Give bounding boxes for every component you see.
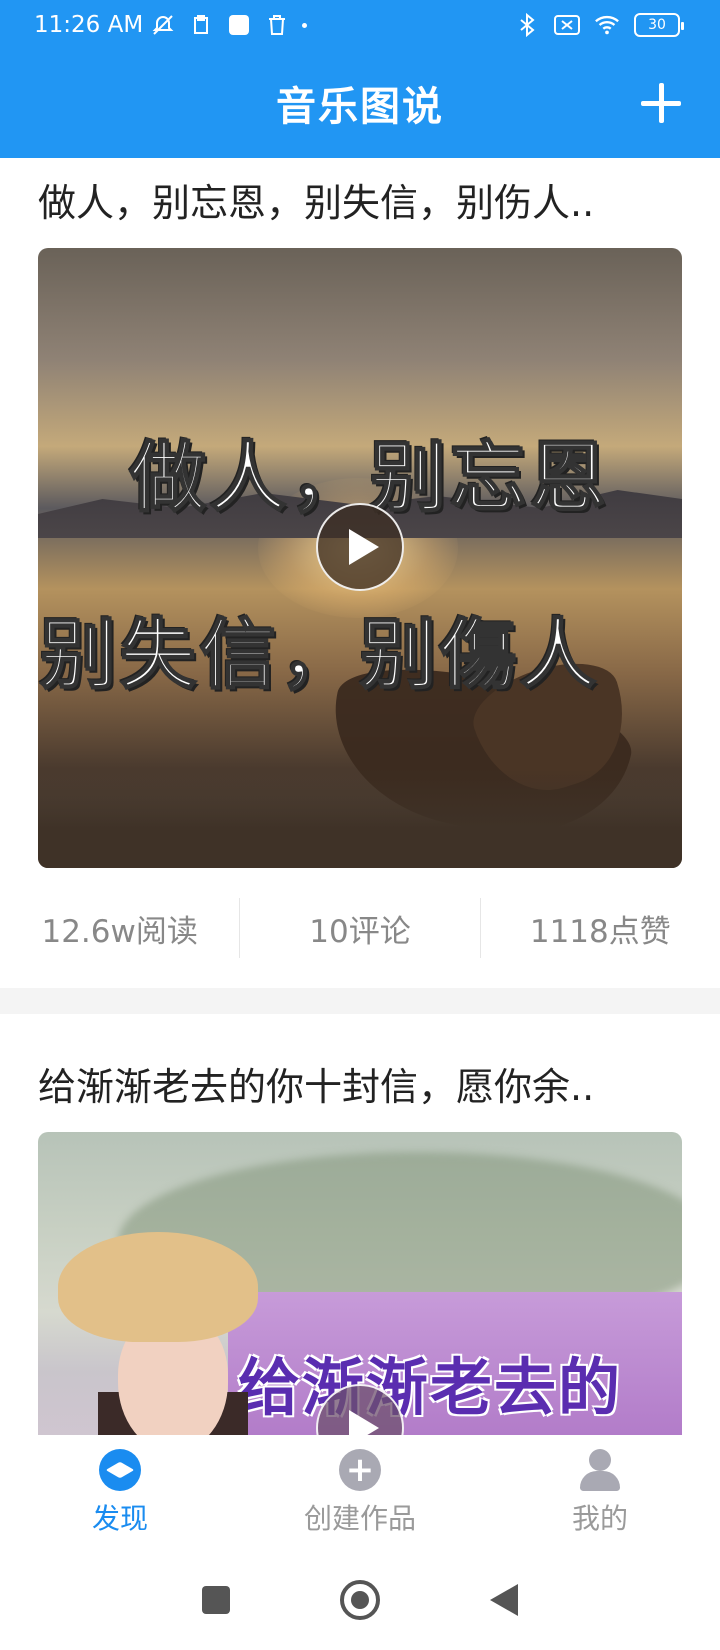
home-button[interactable] bbox=[340, 1580, 380, 1620]
add-circle-icon: + bbox=[339, 1449, 381, 1491]
feed-card[interactable]: 做人，别忘恩，别失信，别伤人.. 做人，别忘恩 别失信，别傷人 12.6w阅读 … bbox=[0, 158, 720, 1014]
card-title[interactable]: 给渐渐老去的你十封信，愿你余.. bbox=[0, 1014, 720, 1132]
page-title: 音乐图说 bbox=[276, 84, 444, 130]
status-bar: 11:26 AM 30 bbox=[0, 0, 720, 56]
nav-label: 发现 bbox=[91, 1502, 148, 1535]
feed-list[interactable]: 做人，别忘恩，别失信，别伤人.. 做人，别忘恩 别失信，别傷人 12.6w阅读 … bbox=[0, 158, 720, 1435]
system-nav-bar bbox=[0, 1550, 720, 1650]
comment-count[interactable]: 10评论 bbox=[240, 906, 479, 951]
card-thumbnail[interactable]: 给渐渐老去的 bbox=[38, 1132, 682, 1435]
battery-icon: 30 bbox=[634, 13, 684, 37]
nav-label: 我的 bbox=[571, 1502, 628, 1535]
add-button[interactable] bbox=[638, 80, 684, 126]
thumbnail-caption: 给渐渐老去的 bbox=[238, 1351, 623, 1424]
image-shore bbox=[38, 768, 682, 868]
dot-icon bbox=[302, 22, 307, 28]
bluetooth-icon bbox=[514, 12, 540, 38]
read-count: 12.6w阅读 bbox=[41, 913, 198, 950]
nav-item-mine[interactable]: 我的 bbox=[480, 1435, 720, 1550]
play-button[interactable] bbox=[316, 503, 404, 591]
sim-off-icon bbox=[554, 12, 580, 38]
feed-card[interactable]: 给渐渐老去的你十封信，愿你余.. 给渐渐老去的 bbox=[0, 1014, 720, 1435]
card-separator bbox=[0, 988, 720, 1014]
top-bar: 11:26 AM 30 音乐图说 bbox=[0, 0, 720, 158]
wifi-icon bbox=[594, 12, 620, 38]
image-hat bbox=[58, 1232, 258, 1342]
back-button[interactable] bbox=[490, 1584, 518, 1616]
app-bar: 音乐图说 bbox=[0, 56, 720, 158]
mute-vibrate-icon bbox=[150, 12, 176, 38]
card-stats: 12.6w阅读 10评论 1118点赞 bbox=[0, 868, 720, 988]
person-icon bbox=[578, 1449, 622, 1491]
card-thumbnail[interactable]: 做人，别忘恩 别失信，别傷人 bbox=[38, 248, 682, 868]
play-icon bbox=[349, 529, 379, 565]
clipboard-icon bbox=[188, 12, 214, 38]
status-time: 11:26 AM bbox=[34, 12, 144, 38]
nav-item-discover[interactable]: 发现 bbox=[0, 1435, 240, 1550]
nav-item-create[interactable]: + 创建作品 bbox=[240, 1435, 480, 1550]
trash-icon bbox=[264, 12, 290, 38]
card-title[interactable]: 做人，别忘恩，别失信，别伤人.. bbox=[0, 158, 720, 248]
status-right-icons: 30 bbox=[514, 12, 684, 38]
status-left-icons bbox=[150, 12, 307, 38]
nav-label: 创建作品 bbox=[303, 1502, 416, 1535]
image-person bbox=[58, 1232, 258, 1435]
app-icon bbox=[226, 12, 252, 38]
thumbnail-caption: 别失信，别傷人 bbox=[39, 609, 600, 700]
play-icon bbox=[349, 1410, 379, 1435]
compass-icon bbox=[99, 1449, 141, 1491]
bottom-nav: 发现 + 创建作品 我的 bbox=[0, 1435, 720, 1550]
like-count[interactable]: 1118点赞 bbox=[481, 906, 720, 951]
app-screen: 11:26 AM 30 音乐图说 做人，别忘恩，别失信，别伤人.. 做人，别忘恩… bbox=[0, 0, 720, 1650]
recents-button[interactable] bbox=[202, 1586, 230, 1614]
